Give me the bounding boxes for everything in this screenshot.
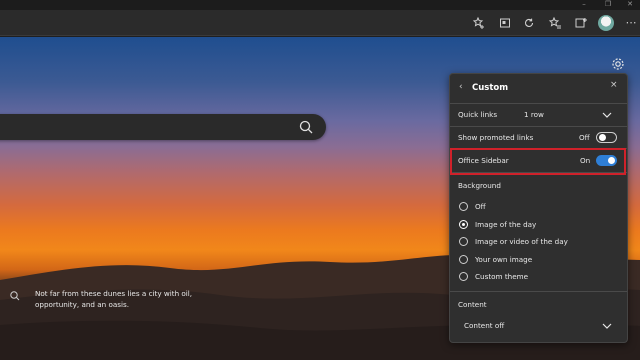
collections-plus-icon[interactable] <box>574 16 588 30</box>
office-sidebar-highlight <box>450 148 626 175</box>
background-option-own-image-radio[interactable] <box>459 255 468 264</box>
title-bar: – ❐ ✕ <box>0 0 640 10</box>
divider <box>450 103 627 104</box>
restore-button[interactable]: ❐ <box>600 0 616 10</box>
collections-icon[interactable] <box>498 16 512 30</box>
favorites-icon[interactable] <box>548 16 562 30</box>
panel-title: Custom <box>472 83 509 93</box>
promoted-links-toggle[interactable] <box>596 132 617 143</box>
search-bar[interactable] <box>0 114 326 140</box>
content-value[interactable]: Content off <box>464 321 504 330</box>
promoted-links-state: Off <box>579 133 590 142</box>
more-options-icon[interactable]: ⋯ <box>624 16 638 30</box>
browser-toolbar: ⋯ <box>0 10 640 36</box>
quick-links-value[interactable]: 1 row <box>524 110 544 119</box>
page-settings-panel: ‹ Custom × Quick links 1 row Show promot… <box>449 73 628 343</box>
search-icon <box>10 291 20 301</box>
close-icon[interactable]: × <box>610 80 618 90</box>
divider <box>450 291 627 292</box>
background-option-image-of-day-radio[interactable] <box>459 220 468 229</box>
content-heading: Content <box>458 300 487 309</box>
favorites-star-plus-icon[interactable] <box>472 16 486 30</box>
caption-text[interactable]: Not far from these dunes lies a city wit… <box>35 288 215 310</box>
panel-header: ‹ Custom × <box>450 74 627 103</box>
profile-avatar[interactable] <box>598 15 614 31</box>
refresh-icon[interactable] <box>522 16 536 30</box>
background-option-image-or-video[interactable]: Image or video of the day <box>475 237 568 246</box>
page-settings-gear-icon[interactable] <box>611 57 625 71</box>
back-icon[interactable]: ‹ <box>459 82 463 92</box>
background-option-own-image[interactable]: Your own image <box>475 255 532 264</box>
background-option-off[interactable]: Off <box>475 202 486 211</box>
close-button[interactable]: ✕ <box>622 0 638 10</box>
background-option-custom-theme[interactable]: Custom theme <box>475 272 528 281</box>
minimize-button[interactable]: – <box>576 0 592 10</box>
background-option-image-or-video-radio[interactable] <box>459 237 468 246</box>
background-option-custom-theme-radio[interactable] <box>459 272 468 281</box>
background-option-off-radio[interactable] <box>459 202 468 211</box>
chevron-down-icon[interactable] <box>602 322 612 330</box>
background-heading: Background <box>458 181 501 190</box>
search-icon[interactable] <box>298 119 314 135</box>
divider <box>450 126 627 127</box>
chevron-down-icon[interactable] <box>602 111 612 119</box>
promoted-links-label: Show promoted links <box>458 133 534 142</box>
background-option-image-of-day[interactable]: Image of the day <box>475 220 536 229</box>
quick-links-label: Quick links <box>458 110 498 119</box>
